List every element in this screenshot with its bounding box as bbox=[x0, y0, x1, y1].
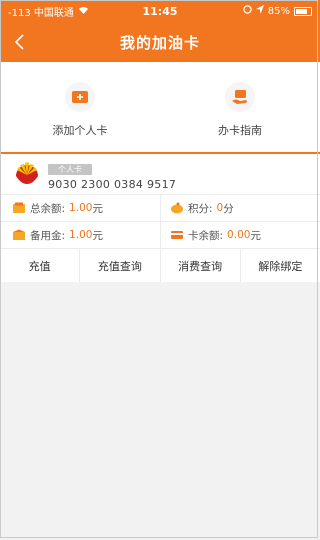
screen-border bbox=[0, 0, 318, 538]
